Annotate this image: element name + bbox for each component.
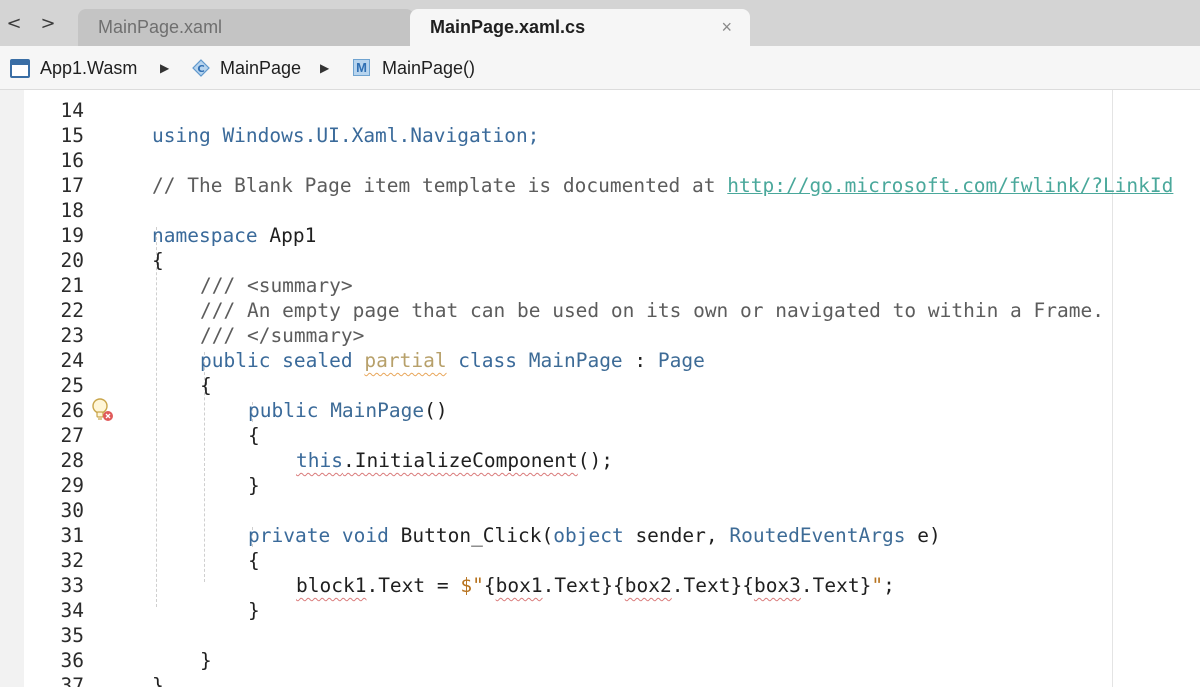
code-line: 15 — [0, 98, 1200, 147]
lightbulb-error-icon[interactable] — [90, 397, 116, 423]
code-line: 35 } — [0, 598, 1200, 672]
code-line: 23 public sealed partial class MainPage … — [0, 298, 1200, 372]
chevron-right-icon: ▶ — [320, 61, 330, 75]
tab-mainpage-xaml-cs[interactable]: MainPage.xaml.cs × — [410, 9, 750, 46]
code-line: 36 } — [0, 623, 1200, 687]
breadcrumb-project[interactable]: App1.Wasm — [40, 58, 137, 78]
tab-label: MainPage.xaml.cs — [430, 17, 586, 37]
code-line: 32 block1.Text = $"{box1.Text}{box2.Text… — [0, 523, 1200, 597]
brace: } — [152, 674, 164, 687]
code-line: 28 } — [0, 423, 1200, 497]
code-line: 31 { — [0, 498, 1200, 572]
code-line: 22 /// </summary> — [0, 273, 1200, 347]
code-line: 27 this.InitializeComponent(); — [0, 398, 1200, 472]
code-line: 14 using Windows.UI.Xaml.Navigation; — [0, 90, 1200, 147]
class-icon-letter: C — [197, 64, 204, 75]
class-icon: C — [192, 59, 210, 77]
code-line: 24 { — [0, 323, 1200, 397]
breadcrumb-class[interactable]: MainPage — [220, 58, 301, 78]
chevron-right-icon: ▶ — [160, 61, 170, 75]
code-line: 16 // The Blank Page item template is do… — [0, 123, 1200, 197]
tab-bar: < > MainPage.xaml MainPage.xaml.cs × — [0, 0, 1200, 46]
code-line: 25 public MainPage() — [0, 348, 1200, 422]
tab-mainpage-xaml[interactable]: MainPage.xaml — [78, 9, 414, 46]
code-line: 26 { — [0, 373, 1200, 447]
breadcrumb: App1.Wasm ▶ C MainPage ▶ M MainPage() — [0, 46, 1200, 90]
code-line: 21 /// An empty page that can be used on… — [0, 248, 1200, 322]
close-icon[interactable]: × — [721, 9, 732, 46]
back-arrow-icon[interactable]: < — [4, 14, 24, 34]
code-line: 33 } — [0, 548, 1200, 622]
code-line: 30 private void Button_Click(object send… — [0, 473, 1200, 547]
code-line: 34 — [0, 573, 1200, 622]
code-line: 17 — [0, 148, 1200, 197]
code-editor[interactable]: 14 using Windows.UI.Xaml.Navigation; 15 … — [0, 90, 1200, 687]
tab-label: MainPage.xaml — [98, 17, 223, 37]
project-icon — [10, 59, 30, 78]
code-line: 20 /// <summary> — [0, 223, 1200, 297]
breadcrumb-method[interactable]: MainPage() — [382, 58, 475, 78]
code-line: 37 — [0, 648, 1200, 687]
method-icon: M — [353, 59, 370, 76]
code-line: 29 — [0, 448, 1200, 497]
code-line: 18 namespace App1 — [0, 173, 1200, 247]
line-number: 37 — [60, 674, 84, 687]
code-line: 19 { — [0, 198, 1200, 272]
forward-arrow-icon[interactable]: > — [38, 14, 58, 34]
